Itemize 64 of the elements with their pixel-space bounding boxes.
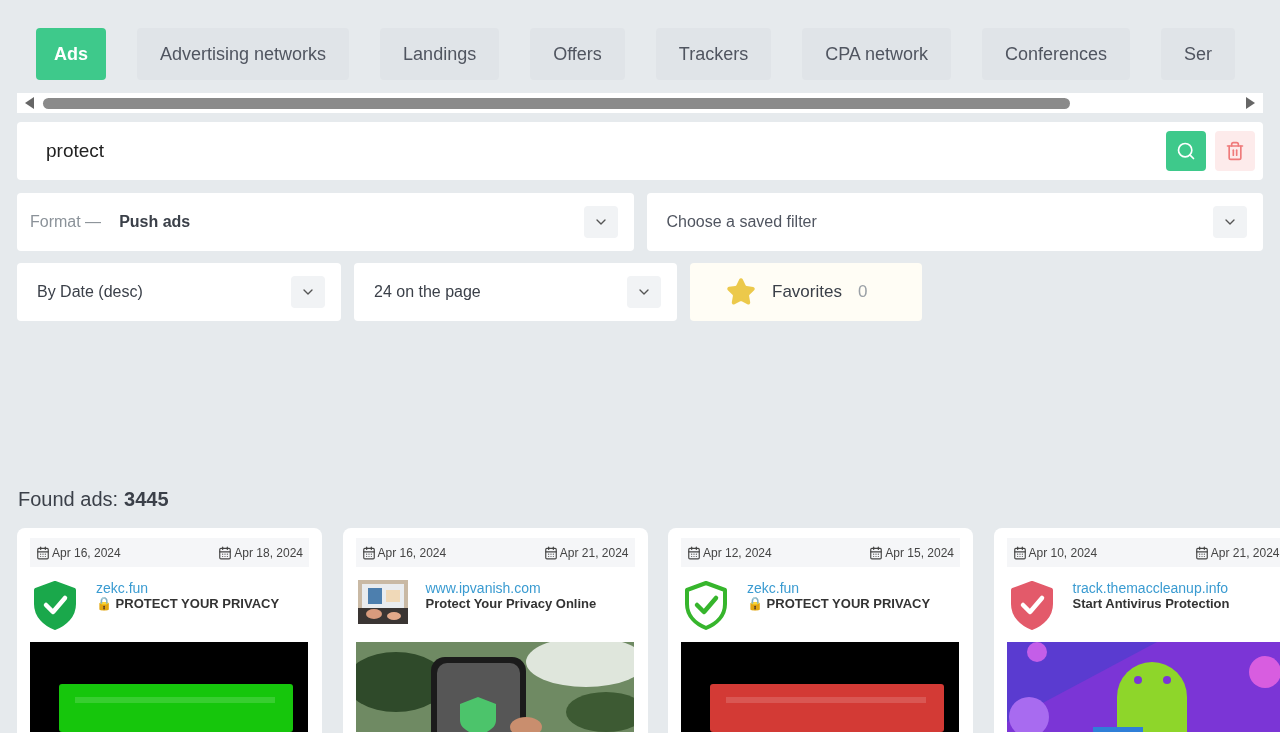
- chevron-down-icon[interactable]: [627, 276, 661, 308]
- saved-filter-select[interactable]: Choose a saved filter: [646, 193, 1263, 251]
- ad-title: 🔒 PROTECT YOUR PRIVACY: [96, 596, 280, 612]
- nav-tab[interactable]: Landings: [380, 28, 500, 80]
- last-seen-date: Apr 21, 2024: [559, 544, 629, 562]
- nav-tab[interactable]: Ser: [1161, 28, 1235, 80]
- horizontal-scrollbar[interactable]: [17, 93, 1263, 113]
- nav-tab[interactable]: Conferences: [981, 28, 1130, 80]
- found-ads-label: Found ads:: [18, 487, 119, 512]
- per-page-value: 24 on the page: [374, 282, 481, 302]
- calendar-icon: [869, 545, 884, 560]
- shield-check-icon: [32, 580, 78, 630]
- sort-select[interactable]: By Date (desc): [17, 263, 341, 321]
- search-button[interactable]: [1166, 131, 1206, 171]
- ad-title: Protect Your Privacy Online: [425, 596, 597, 612]
- chevron-down-icon[interactable]: [291, 276, 325, 308]
- scroll-right-icon[interactable]: [1245, 97, 1255, 109]
- found-ads-count: 3445: [124, 487, 169, 512]
- ad-domain-link[interactable]: zekc.fun: [747, 580, 931, 596]
- saved-filter-placeholder: Choose a saved filter: [666, 212, 817, 232]
- chevron-down-icon[interactable]: [583, 206, 618, 238]
- delete-button[interactable]: [1215, 131, 1255, 171]
- nav-tab[interactable]: CPA network: [802, 28, 951, 80]
- scroll-left-icon[interactable]: [25, 97, 35, 109]
- favorites-button[interactable]: Favorites 0: [690, 263, 922, 321]
- search-field[interactable]: protect: [17, 122, 1263, 180]
- ad-card[interactable]: Apr 16, 2024 Apr 21, 2024 www.ipvanish.com Protect Your Privacy Online: [342, 528, 648, 733]
- ad-domain-link[interactable]: www.ipvanish.com: [425, 580, 597, 596]
- per-page-select[interactable]: 24 on the page: [354, 263, 677, 321]
- ad-card[interactable]: Apr 10, 2024 Apr 21, 2024 track.themaccleanup.info Start Antivirus Protection: [993, 528, 1280, 733]
- last-seen-date: Apr 15, 2024: [885, 544, 954, 562]
- first-seen-date: Apr 10, 2024: [1028, 544, 1098, 562]
- first-seen-date: Apr 16, 2024: [52, 544, 121, 562]
- first-seen-date: Apr 16, 2024: [377, 544, 447, 562]
- scroll-thumb[interactable]: [43, 97, 1070, 109]
- ad-domain-link[interactable]: track.themaccleanup.info: [1072, 580, 1230, 596]
- ad-card[interactable]: Apr 16, 2024 Apr 18, 2024 zekc.fun 🔒 PROTECT YOUR PRIVACY: [17, 528, 322, 733]
- shield-check-icon: [1008, 580, 1055, 630]
- calendar-icon: [1012, 545, 1027, 560]
- calendar-icon: [687, 545, 701, 560]
- format-label: Format —: [30, 212, 102, 232]
- format-value: Push ads: [119, 212, 191, 232]
- first-seen-date: Apr 12, 2024: [703, 544, 772, 562]
- sort-value: By Date (desc): [37, 282, 143, 302]
- star-icon: [726, 277, 756, 307]
- chevron-down-icon[interactable]: [1213, 206, 1247, 238]
- calendar-icon: [361, 545, 376, 560]
- calendar-icon: [36, 545, 50, 560]
- trash-icon: [1225, 141, 1245, 161]
- last-seen-date: Apr 21, 2024: [1210, 544, 1280, 562]
- calendar-icon: [218, 545, 233, 560]
- ad-domain-link[interactable]: zekc.fun: [96, 580, 280, 596]
- last-seen-date: Apr 18, 2024: [234, 544, 303, 562]
- shield-check-icon: [683, 580, 729, 630]
- format-select[interactable]: Format — Push ads: [17, 193, 634, 251]
- nav-tab[interactable]: Advertising networks: [137, 28, 350, 80]
- ad-title: 🔒 PROTECT YOUR PRIVACY: [747, 596, 931, 612]
- nav-tab[interactable]: Trackers: [655, 28, 772, 80]
- ad-title: Start Antivirus Protection: [1072, 596, 1230, 612]
- calendar-icon: [1194, 545, 1209, 560]
- calendar-icon: [543, 545, 558, 560]
- nav-tab[interactable]: Offers: [530, 28, 625, 80]
- ad-card[interactable]: Apr 12, 2024 Apr 15, 2024 zekc.fun 🔒 PROTECT YOUR PRIVACY: [668, 528, 973, 733]
- search-icon: [1176, 141, 1196, 161]
